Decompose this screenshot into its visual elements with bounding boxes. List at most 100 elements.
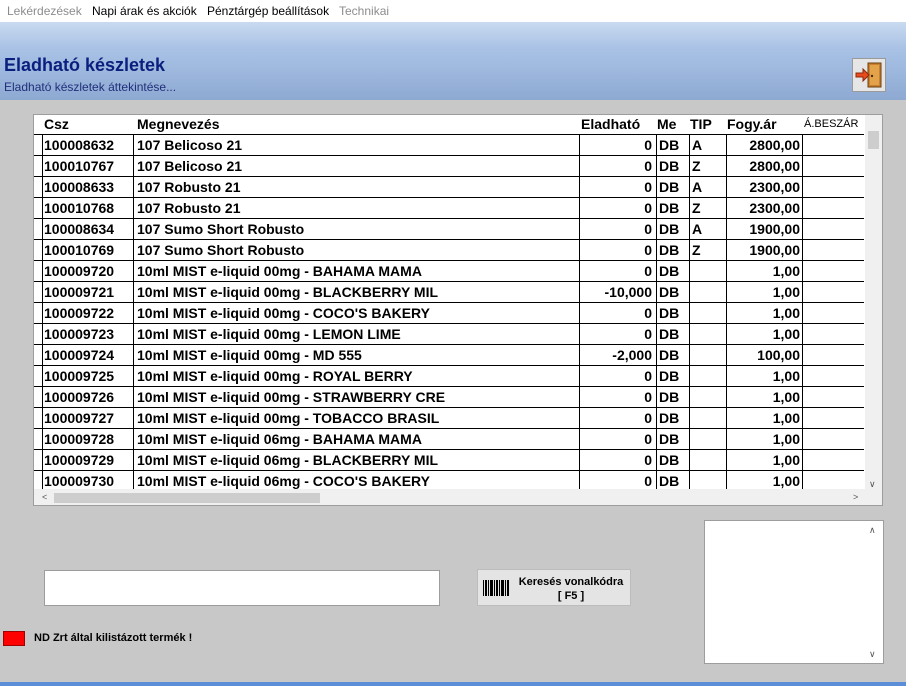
table-row[interactable]: 100009721 10ml MIST e-liquid 00mg - BLACK… [34, 281, 864, 302]
table-cell: 10ml MIST e-liquid 00mg - STRAWBERRY CRE [137, 389, 446, 405]
scroll-left-icon[interactable]: < [42, 492, 47, 502]
grid-line [802, 471, 803, 491]
table-cell: 1,00 [772, 326, 800, 342]
grid-line [656, 282, 657, 302]
table-cell: 107 Sumo Short Robusto [137, 221, 305, 237]
table-cell: -2,000 [612, 347, 652, 363]
grid-line [726, 219, 727, 239]
vertical-scroll-thumb[interactable] [868, 131, 879, 149]
grid-line [726, 345, 727, 365]
grid-line [656, 324, 657, 344]
menu-penztargep[interactable]: Pénztárgép beállítások [207, 4, 329, 18]
table-row[interactable]: 100010767 107 Belicoso 21 0 DB Z 2800,00 [34, 155, 864, 176]
table-row[interactable]: 100009730 10ml MIST e-liquid 06mg - COCO'… [34, 470, 864, 491]
table-cell: DB [659, 158, 680, 174]
table-cell: 1900,00 [749, 221, 800, 237]
horizontal-scrollbar[interactable]: < > [34, 489, 865, 505]
col-header-a-beszar[interactable]: Á.BESZÁR [804, 118, 858, 130]
table-row[interactable]: 100010769 107 Sumo Short Robusto 0 DB Z 1900,… [34, 239, 864, 260]
notes-scroll-down-icon[interactable]: ∨ [869, 649, 876, 660]
grid-line [802, 324, 803, 344]
table-row[interactable]: 100008632 107 Belicoso 21 0 DB A 2800,00 [34, 134, 864, 155]
table-cell: 10ml MIST e-liquid 00mg - LEMON LIME [137, 326, 401, 342]
table-cell: DB [659, 137, 680, 153]
grid-line [133, 366, 134, 386]
grid-line [656, 450, 657, 470]
table-cell: DB [659, 221, 680, 237]
exit-button[interactable] [852, 58, 886, 92]
barcode-search-input[interactable] [44, 570, 440, 606]
table-cell: 107 Robusto 21 [137, 200, 241, 216]
table-row[interactable]: 100008633 107 Robusto 21 0 DB A 2300,00 [34, 176, 864, 197]
table-cell: DB [659, 179, 680, 195]
col-header-megnevezes[interactable]: Megnevezés [137, 116, 219, 132]
grid-line [726, 450, 727, 470]
grid-line [689, 219, 690, 239]
col-header-eladhato[interactable]: Eladható [581, 116, 640, 132]
table-row[interactable]: 100009720 10ml MIST e-liquid 00mg - BAHAM… [34, 260, 864, 281]
grid-header: Csz Megnevezés Eladható Me TIP Fogy.ár Á… [34, 115, 864, 134]
scrollbar-corner [865, 489, 882, 505]
grid-line [656, 429, 657, 449]
table-cell: 1,00 [772, 368, 800, 384]
table-row[interactable]: 100009725 10ml MIST e-liquid 00mg - ROYAL… [34, 365, 864, 386]
grid-line [656, 261, 657, 281]
table-cell: DB [659, 263, 680, 279]
grid-line [42, 282, 43, 302]
col-header-fogy-ar[interactable]: Fogy.ár [727, 116, 777, 132]
col-header-tip[interactable]: TIP [690, 116, 712, 132]
notes-box[interactable]: ∧ ∨ [704, 520, 884, 664]
grid-line [656, 345, 657, 365]
table-cell: 100009723 [44, 326, 115, 342]
table-cell: 100,00 [757, 347, 800, 363]
menu-technikai[interactable]: Technikai [339, 4, 389, 18]
menu-napi-arak[interactable]: Napi árak és akciók [92, 4, 197, 18]
grid-line [133, 345, 134, 365]
table-cell: 0 [644, 473, 652, 489]
table-row[interactable]: 100009729 10ml MIST e-liquid 06mg - BLACK… [34, 449, 864, 470]
notes-scroll-up-icon[interactable]: ∧ [869, 525, 876, 536]
barcode-search-label: Keresés vonalkódra [ F5 ] [514, 575, 628, 603]
table-cell: 10ml MIST e-liquid 00mg - COCO'S BAKERY [137, 305, 430, 321]
menu-lekerdezesek[interactable]: Lekérdezések [7, 4, 82, 18]
horizontal-scroll-thumb[interactable] [54, 493, 320, 503]
col-header-csz[interactable]: Csz [44, 116, 69, 132]
scroll-right-icon[interactable]: > [853, 492, 858, 502]
table-row[interactable]: 100009723 10ml MIST e-liquid 00mg - LEMON… [34, 323, 864, 344]
table-cell: 1900,00 [749, 242, 800, 258]
grid-line [42, 240, 43, 260]
table-row[interactable]: 100009722 10ml MIST e-liquid 00mg - COCO'… [34, 302, 864, 323]
barcode-search-button[interactable]: Keresés vonalkódra [ F5 ] [477, 569, 631, 606]
grid-line [689, 303, 690, 323]
table-row[interactable]: 100009727 10ml MIST e-liquid 00mg - TOBAC… [34, 407, 864, 428]
grid-line [802, 366, 803, 386]
table-row[interactable]: 100009728 10ml MIST e-liquid 06mg - BAHAM… [34, 428, 864, 449]
grid-line [656, 177, 657, 197]
col-header-me[interactable]: Me [657, 116, 676, 132]
table-row[interactable]: 100009726 10ml MIST e-liquid 00mg - STRAW… [34, 386, 864, 407]
grid-line [133, 177, 134, 197]
table-cell: 100010768 [44, 200, 115, 216]
table-cell: 10ml MIST e-liquid 00mg - TOBACCO BRASIL [137, 410, 440, 426]
grid-line [689, 366, 690, 386]
table-cell: 1,00 [772, 452, 800, 468]
table-cell: 1,00 [772, 389, 800, 405]
table-cell: 0 [644, 263, 652, 279]
grid-line [802, 303, 803, 323]
barcode-search-label-line1: Keresés vonalkódra [518, 576, 624, 588]
table-row[interactable]: 100008634 107 Sumo Short Robusto 0 DB A 1900,… [34, 218, 864, 239]
table-cell: DB [659, 368, 680, 384]
table-cell: 100009722 [44, 305, 115, 321]
grid-line [42, 450, 43, 470]
vertical-scrollbar[interactable]: ∨ [865, 115, 882, 489]
grid-line [689, 198, 690, 218]
table-cell: 10ml MIST e-liquid 00mg - BLACKBERRY MIL [137, 284, 439, 300]
grid-line [802, 408, 803, 428]
stock-grid[interactable]: Csz Megnevezés Eladható Me TIP Fogy.ár Á… [33, 114, 883, 506]
table-cell: -10,000 [604, 284, 652, 300]
table-row[interactable]: 100009724 10ml MIST e-liquid 00mg - MD 55… [34, 344, 864, 365]
table-cell: Z [692, 200, 701, 216]
grid-line [656, 135, 657, 155]
table-row[interactable]: 100010768 107 Robusto 21 0 DB Z 2300,00 [34, 197, 864, 218]
table-cell: 10ml MIST e-liquid 06mg - BAHAMA MAMA [137, 431, 422, 447]
